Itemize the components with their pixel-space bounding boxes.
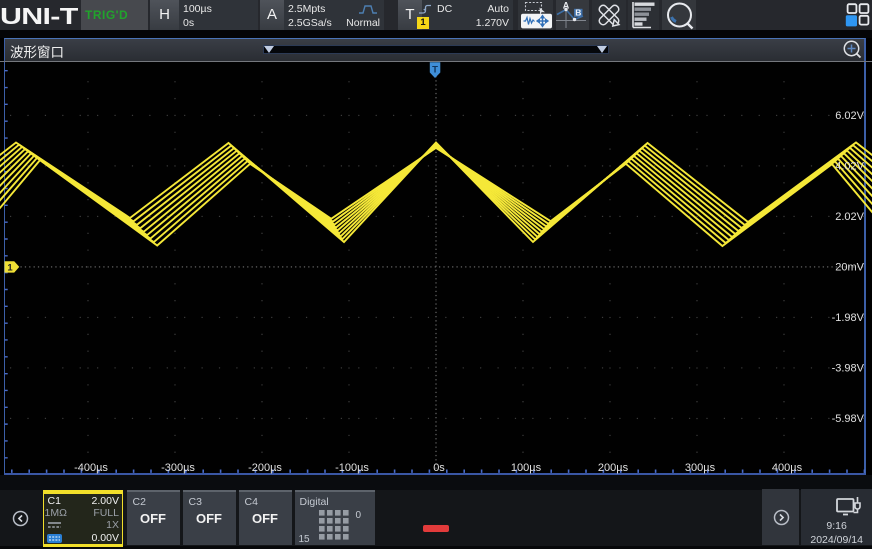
svg-text:-400µs: -400µs (74, 462, 108, 474)
svg-text:-5.98V: -5.98V (832, 413, 865, 425)
svg-text:-1.98V: -1.98V (832, 312, 865, 324)
svg-text:100µs: 100µs (511, 462, 542, 474)
svg-text:-300µs: -300µs (161, 462, 195, 474)
svg-text:T: T (432, 65, 438, 76)
svg-text:1: 1 (7, 263, 13, 274)
svg-text:200µs: 200µs (598, 462, 629, 474)
svg-text:300µs: 300µs (685, 462, 716, 474)
svg-text:-3.98V: -3.98V (832, 363, 865, 375)
svg-text:6.02V: 6.02V (835, 110, 864, 122)
svg-text:20mV: 20mV (835, 262, 864, 274)
svg-text:2.02V: 2.02V (835, 211, 864, 223)
svg-text:-100µs: -100µs (335, 462, 369, 474)
svg-text:-200µs: -200µs (248, 462, 282, 474)
svg-text:4.02V: 4.02V (835, 161, 864, 173)
svg-text:400µs: 400µs (772, 462, 803, 474)
svg-text:0s: 0s (433, 462, 445, 474)
